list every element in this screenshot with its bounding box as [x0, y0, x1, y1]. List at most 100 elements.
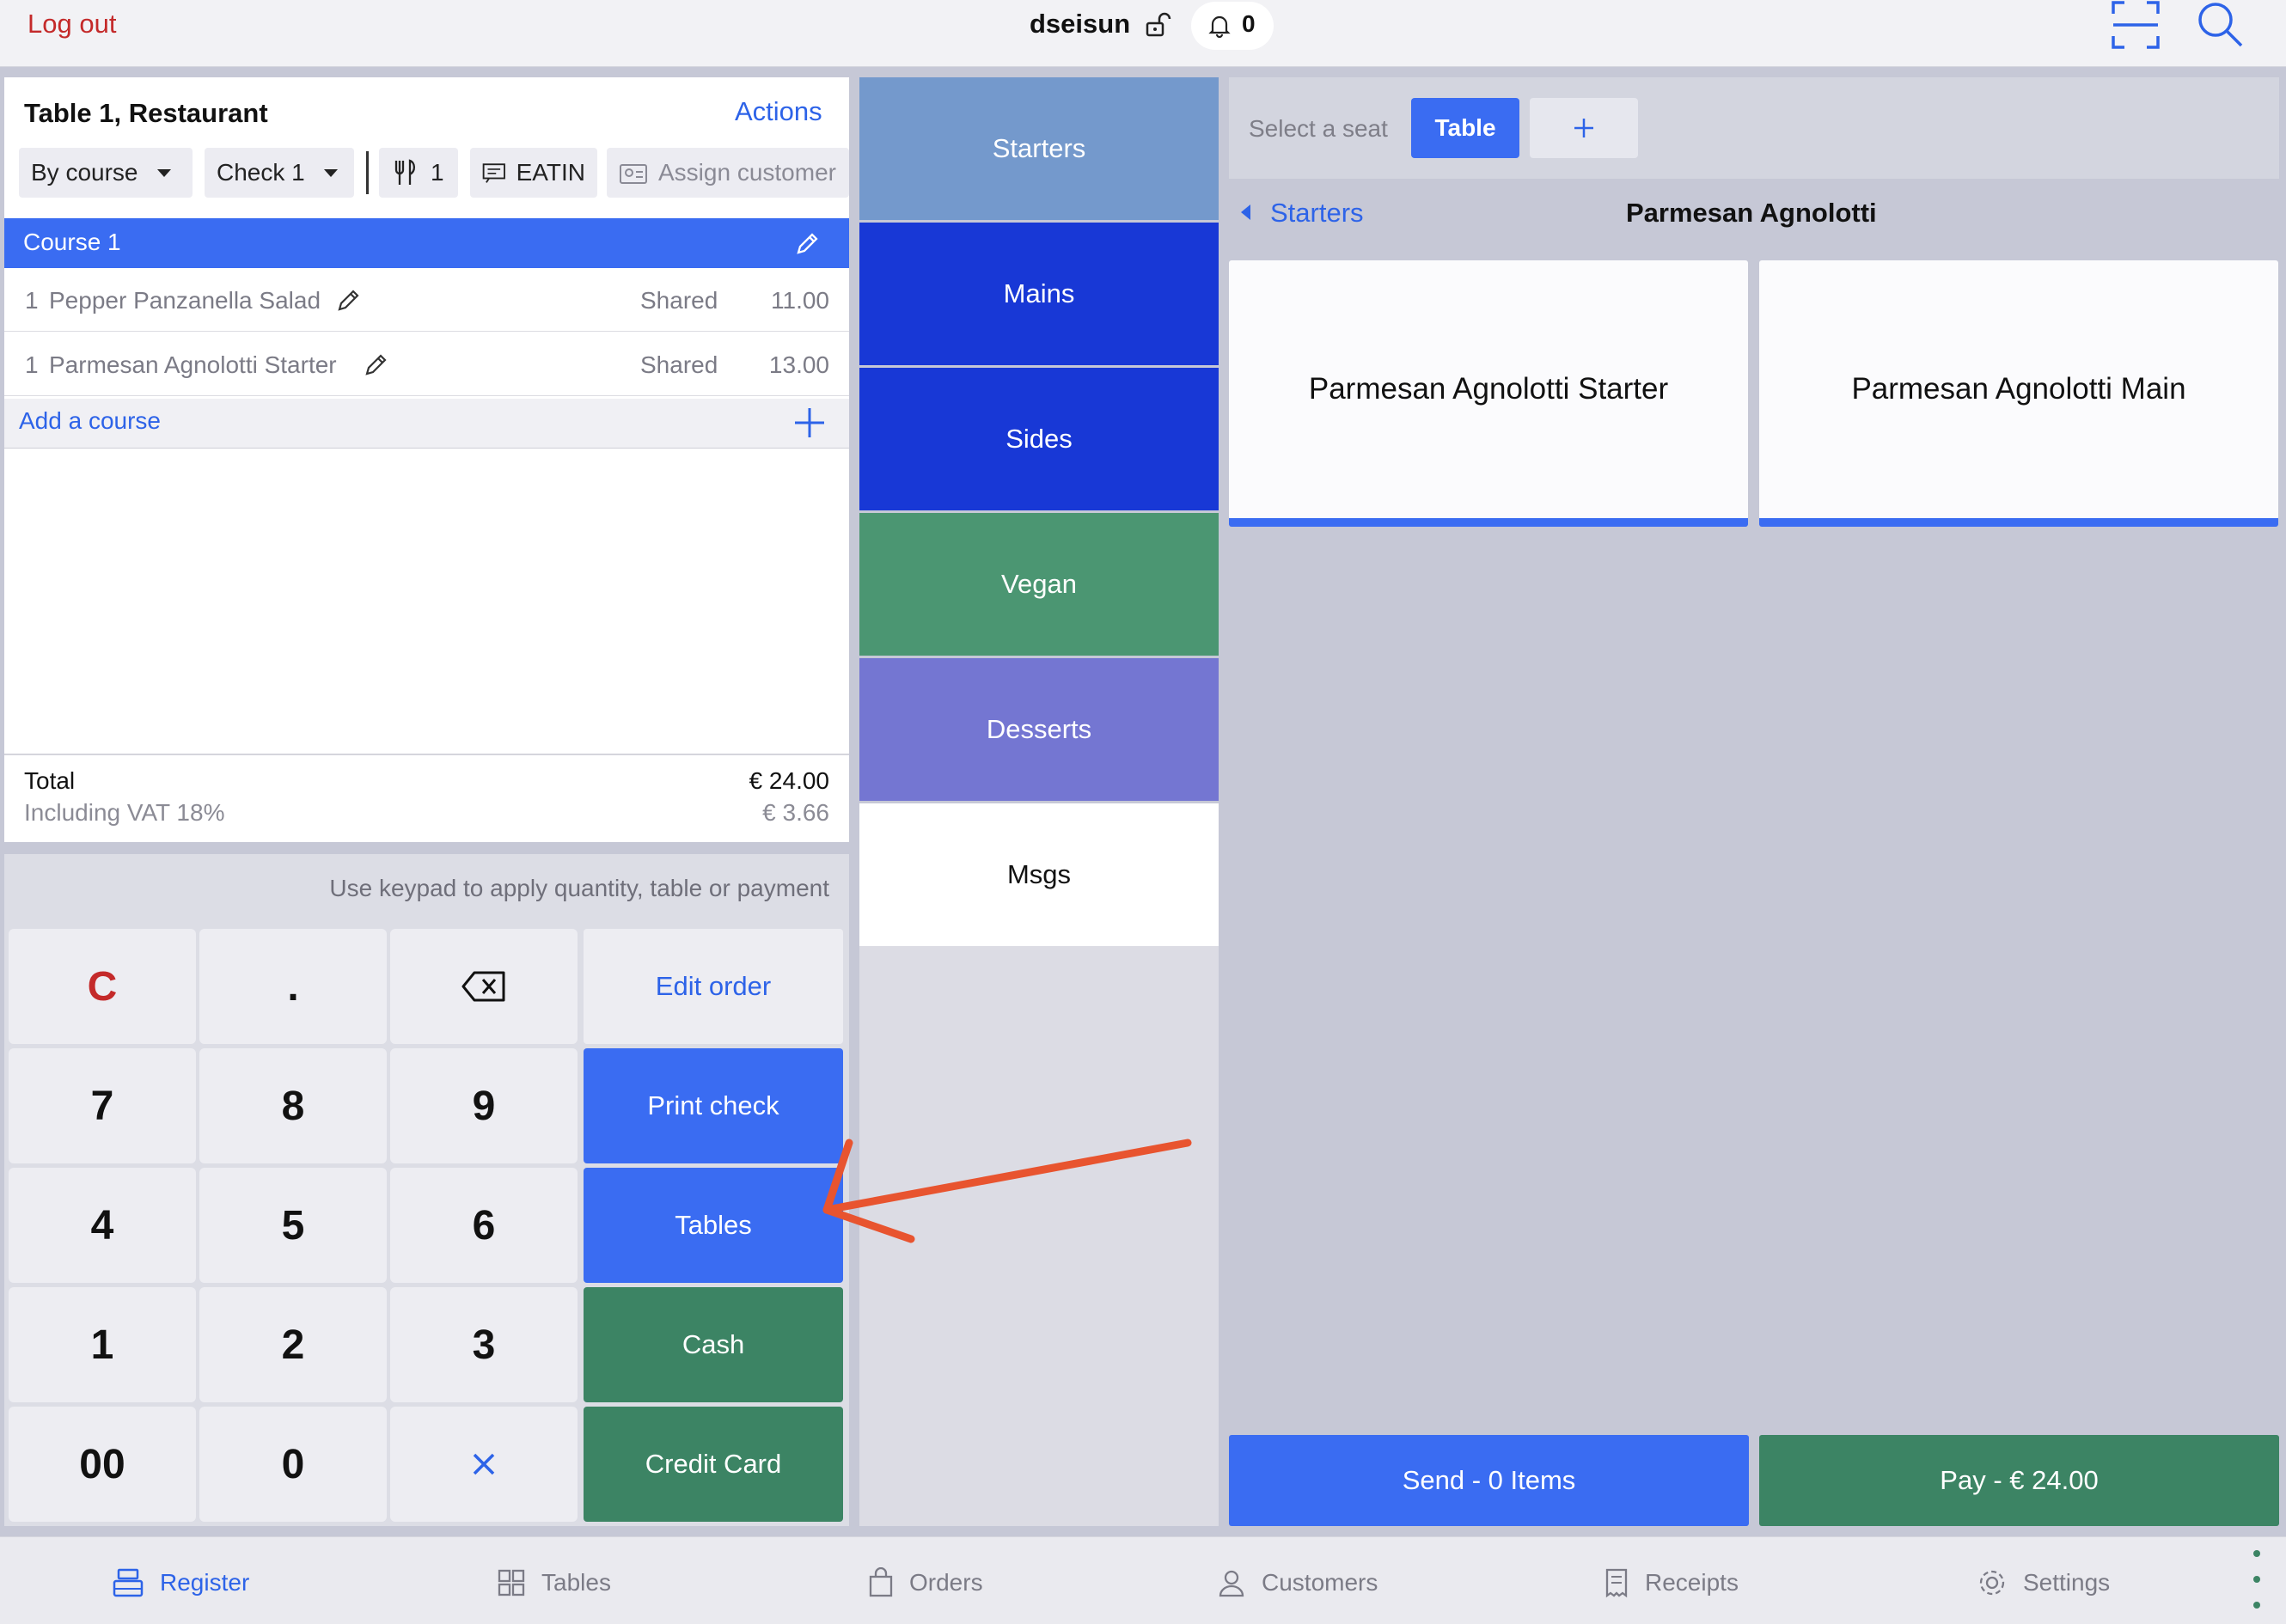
nav-receipts[interactable]: Receipts — [1604, 1562, 1739, 1603]
assign-customer-label: Assign customer — [658, 159, 836, 186]
nav-customers-label: Customers — [1262, 1569, 1378, 1596]
total-value: € 24.00 — [749, 767, 829, 794]
key-3[interactable]: 3 — [390, 1287, 578, 1402]
print-check-button[interactable]: Print check — [584, 1048, 843, 1163]
search-icon[interactable] — [2196, 0, 2244, 48]
check-dropdown[interactable]: Check 1 — [205, 148, 354, 198]
seat-table-button[interactable]: Table — [1411, 98, 1519, 158]
key-9[interactable]: 9 — [390, 1048, 578, 1163]
pencil-icon[interactable] — [364, 351, 389, 377]
pencil-icon[interactable] — [795, 230, 821, 256]
dining-option-button[interactable]: EATIN — [470, 148, 597, 198]
category-desserts[interactable]: Desserts — [859, 658, 1219, 801]
scan-icon[interactable] — [2111, 0, 2161, 50]
key-00[interactable]: 00 — [9, 1407, 196, 1522]
divider — [366, 151, 369, 194]
logout-button[interactable]: Log out — [28, 9, 116, 40]
nav-settings[interactable]: Settings — [1977, 1562, 2110, 1603]
more-dots-icon[interactable] — [2253, 1550, 2260, 1557]
edit-order-button[interactable]: Edit order — [584, 929, 843, 1044]
bottom-nav — [0, 1536, 2286, 1624]
course-mode-dropdown[interactable]: By course — [19, 148, 193, 198]
plus-icon[interactable] — [792, 406, 827, 440]
bell-icon — [1208, 15, 1231, 38]
nav-customers[interactable]: Customers — [1217, 1562, 1378, 1603]
key-0[interactable]: 0 — [199, 1407, 387, 1522]
nav-register[interactable]: Register — [112, 1562, 249, 1603]
username: dseisun — [1030, 9, 1131, 39]
total-label: Total — [24, 767, 76, 794]
item-price: 11.00 — [771, 287, 829, 314]
more-dots-icon[interactable] — [2253, 1576, 2260, 1583]
key-1[interactable]: 1 — [9, 1287, 196, 1402]
category-sides[interactable]: Sides — [859, 368, 1219, 510]
pay-button[interactable]: Pay - € 24.00 — [1759, 1435, 2279, 1526]
receipt-icon — [1605, 1568, 1628, 1598]
key-7[interactable]: 7 — [9, 1048, 196, 1163]
credit-card-button[interactable]: Credit Card — [584, 1407, 843, 1522]
covers-button[interactable]: 1 — [379, 148, 458, 198]
key-4[interactable]: 4 — [9, 1168, 196, 1283]
vat-label: Including VAT 18% — [24, 799, 225, 826]
customer-card-icon — [620, 164, 647, 184]
unlock-icon[interactable] — [1143, 10, 1172, 40]
item-quantity: 1 — [25, 287, 39, 314]
keypad-hint: Use keypad to apply quantity, table or p… — [329, 875, 829, 901]
check-value: Check 1 — [217, 159, 305, 186]
key-5[interactable]: 5 — [199, 1168, 387, 1283]
add-course-button[interactable]: Add a course — [19, 407, 161, 435]
course-header[interactable]: Course 1 — [4, 218, 849, 268]
backspace-key[interactable] — [390, 929, 578, 1044]
multiply-key[interactable] — [390, 1407, 578, 1522]
key-6[interactable]: 6 — [390, 1168, 578, 1283]
item-seat: Shared — [640, 287, 718, 314]
menu-group-title: Parmesan Agnolotti — [1626, 198, 1877, 228]
multiply-icon — [473, 1453, 495, 1475]
seat-label: Select a seat — [1249, 115, 1388, 142]
notifications-button[interactable] — [1191, 2, 1274, 50]
item-name: Pepper Panzanella Salad — [49, 287, 321, 314]
cash-button[interactable]: Cash — [584, 1287, 843, 1402]
order-item-row[interactable]: 1 Parmesan Agnolotti Starter Shared 13.0… — [4, 333, 849, 396]
key-8[interactable]: 8 — [199, 1048, 387, 1163]
chevron-down-icon — [156, 168, 171, 177]
backspace-icon — [461, 971, 505, 1002]
product-tile[interactable]: Parmesan Agnolotti Main — [1759, 260, 2278, 527]
course-label: Course 1 — [23, 229, 121, 255]
category-msgs[interactable]: Msgs — [859, 803, 1219, 946]
dining-option-value: EATIN — [516, 159, 585, 186]
tables-button[interactable]: Tables — [584, 1168, 843, 1283]
divider — [4, 754, 849, 755]
category-mains[interactable]: Mains — [859, 223, 1219, 365]
decimal-key[interactable]: . — [199, 929, 387, 1044]
assign-customer-button[interactable]: Assign customer — [607, 148, 849, 198]
more-dots-icon[interactable] — [2253, 1602, 2260, 1609]
back-to-category-link[interactable]: Starters — [1270, 198, 1364, 229]
bag-icon — [869, 1567, 893, 1597]
category-vegan[interactable]: Vegan — [859, 513, 1219, 656]
product-tile[interactable]: Parmesan Agnolotti Starter — [1229, 260, 1748, 527]
item-price: 13.00 — [768, 351, 829, 378]
send-button[interactable]: Send - 0 Items — [1229, 1435, 1749, 1526]
key-2[interactable]: 2 — [199, 1287, 387, 1402]
vat-value: € 3.66 — [762, 799, 829, 826]
actions-button[interactable]: Actions — [735, 96, 822, 127]
receipt-icon — [482, 163, 505, 183]
nav-tables[interactable]: Tables — [497, 1562, 611, 1603]
course-mode-value: By course — [31, 159, 138, 186]
add-seat-button[interactable] — [1530, 98, 1638, 158]
category-column-background — [859, 945, 1219, 1526]
register-icon — [113, 1568, 144, 1597]
clear-key[interactable]: C — [9, 929, 196, 1044]
pencil-icon[interactable] — [336, 287, 362, 313]
order-item-row[interactable]: 1 Pepper Panzanella Salad Shared 11.00 — [4, 268, 849, 332]
item-quantity: 1 — [25, 351, 39, 378]
covers-count: 1 — [431, 159, 444, 186]
plus-icon — [1574, 119, 1593, 137]
nav-orders[interactable]: Orders — [868, 1562, 983, 1603]
category-starters[interactable]: Starters — [859, 77, 1219, 220]
nav-settings-label: Settings — [2023, 1569, 2111, 1596]
nav-tables-label: Tables — [541, 1569, 611, 1596]
chevron-left-icon[interactable] — [1241, 205, 1250, 220]
nav-receipts-label: Receipts — [1645, 1569, 1739, 1596]
